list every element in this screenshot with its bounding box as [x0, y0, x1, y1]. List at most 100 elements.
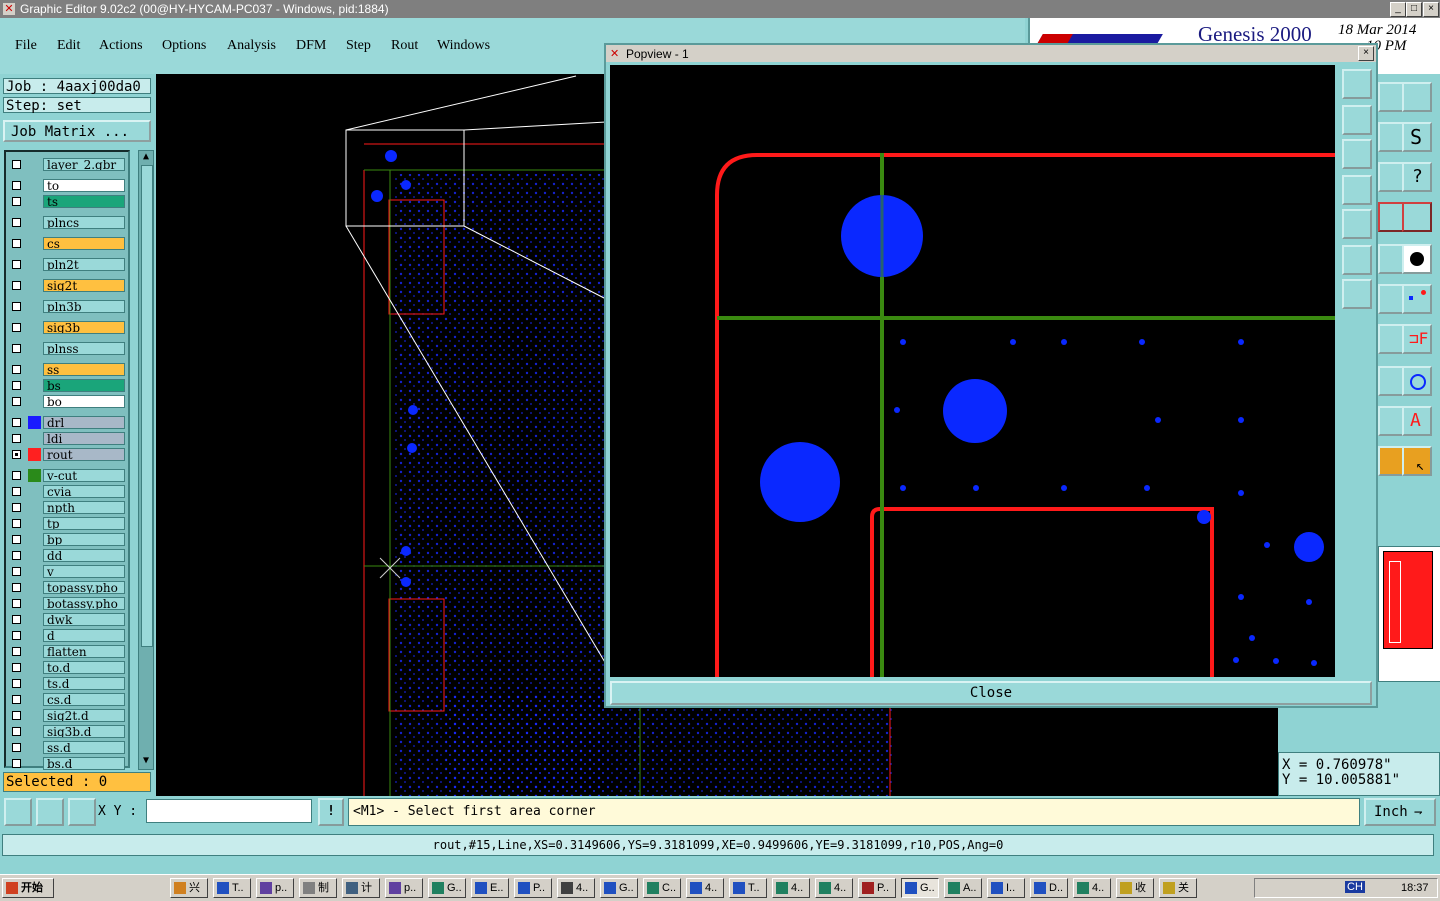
menu-edit[interactable]: Edit — [57, 38, 80, 54]
popview-fit-icon[interactable] — [1342, 245, 1372, 275]
layer-name[interactable]: cs.d — [43, 693, 125, 706]
taskbar-item[interactable]: T.. — [729, 878, 767, 898]
taskbar-item[interactable]: G.. — [428, 878, 466, 898]
taskbar-item[interactable]: A.. — [944, 878, 982, 898]
xy-input[interactable] — [146, 799, 312, 823]
layer-row[interactable]: d — [8, 629, 126, 644]
layer-checkbox[interactable] — [12, 397, 21, 406]
taskbar-item[interactable]: p.. — [256, 878, 294, 898]
menu-options[interactable]: Options — [162, 38, 206, 54]
unit-selector[interactable]: Inch ⇁ — [1364, 798, 1436, 826]
layer-checkbox[interactable] — [12, 615, 21, 624]
popview-canvas[interactable] — [610, 65, 1335, 677]
layer-name[interactable]: tp — [43, 517, 125, 530]
taskbar-item[interactable]: G.. — [600, 878, 638, 898]
layer-row[interactable]: ss.d — [8, 741, 126, 756]
layer-name[interactable]: sig3b.d — [43, 725, 125, 738]
popview-home-icon[interactable] — [1342, 279, 1372, 309]
layer-checkbox[interactable] — [12, 583, 21, 592]
layer-row[interactable]: flatten — [8, 645, 126, 660]
layer-row[interactable]: bs.d — [8, 757, 126, 772]
layer-row[interactable]: dd — [8, 549, 126, 564]
layer-row[interactable]: rout — [8, 448, 126, 463]
layer-color-swatch[interactable] — [28, 469, 41, 482]
layer-name[interactable]: pln2t — [43, 258, 125, 271]
taskbar-item[interactable]: 收 — [1116, 878, 1154, 898]
layer-checkbox[interactable] — [12, 260, 21, 269]
layer-checkbox[interactable] — [12, 160, 21, 169]
layer-checkbox[interactable] — [12, 695, 21, 704]
layer-row[interactable]: sig3b — [8, 321, 126, 336]
layer-list-scrollbar[interactable]: ▲ ▼ — [138, 150, 154, 770]
menu-actions[interactable]: Actions — [99, 38, 143, 54]
layer-row[interactable]: cs.d — [8, 693, 126, 708]
taskbar-item[interactable]: G.. — [901, 878, 939, 898]
layer-name[interactable]: v — [43, 565, 125, 578]
layer-checkbox[interactable] — [12, 434, 21, 443]
taskbar-item[interactable]: I.. — [987, 878, 1025, 898]
layer-checkbox[interactable] — [12, 759, 21, 768]
layer-name[interactable]: flatten — [43, 645, 125, 658]
layer-row[interactable]: npth — [8, 501, 126, 516]
close-window-button[interactable]: × — [1423, 2, 1439, 17]
layer-checkbox[interactable] — [12, 679, 21, 688]
layer-row[interactable]: cs — [8, 237, 126, 252]
layer-color-swatch[interactable] — [28, 416, 41, 429]
layer-row[interactable]: ldi — [8, 432, 126, 447]
layer-name[interactable]: botassy.pho — [43, 597, 125, 610]
minimize-button[interactable]: _ — [1390, 2, 1406, 17]
layer-row[interactable]: v-cut — [8, 469, 126, 484]
layer-row[interactable]: bo — [8, 395, 126, 410]
taskbar-item[interactable]: P.. — [514, 878, 552, 898]
layer-checkbox[interactable] — [12, 181, 21, 190]
layer-name[interactable]: ss — [43, 363, 125, 376]
layer-checkbox[interactable] — [12, 519, 21, 528]
layer-name[interactable]: sig3b — [43, 321, 125, 334]
layer-checkbox[interactable] — [12, 471, 21, 480]
layer-name[interactable]: dd — [43, 549, 125, 562]
layer-row[interactable]: ts.d — [8, 677, 126, 692]
popview-window-icon[interactable] — [1342, 69, 1372, 99]
popview-zoom-in-icon[interactable] — [1342, 105, 1372, 135]
window-layout-icon[interactable] — [1402, 82, 1432, 112]
taskbar-item[interactable]: D.. — [1030, 878, 1068, 898]
help-icon[interactable]: ? — [1402, 162, 1432, 192]
grid-icon[interactable] — [68, 798, 96, 826]
layer-name[interactable]: rout — [43, 448, 125, 461]
taskbar-item[interactable]: 4.. — [815, 878, 853, 898]
layer-name[interactable]: to.d — [43, 661, 125, 674]
popview-pan-right-icon[interactable] — [1342, 209, 1372, 239]
layer-name[interactable]: bp — [43, 533, 125, 546]
layer-name[interactable]: drl — [43, 416, 125, 429]
scroll-thumb[interactable] — [141, 165, 153, 647]
layer-checkbox[interactable] — [12, 663, 21, 672]
feature-icon[interactable]: ⊐F — [1402, 324, 1432, 354]
layer-name[interactable]: ldi — [43, 432, 125, 445]
layer-checkbox[interactable] — [12, 551, 21, 560]
popview-zoom-out-icon[interactable] — [1342, 139, 1372, 169]
layer-name[interactable]: cvia — [43, 485, 125, 498]
scroll-down-arrow-icon[interactable]: ▼ — [139, 755, 153, 767]
menu-analysis[interactable]: Analysis — [227, 38, 276, 54]
layer-checkbox[interactable] — [12, 381, 21, 390]
layer-checkbox[interactable] — [12, 711, 21, 720]
text-icon[interactable]: A — [1402, 406, 1432, 436]
layer-row[interactable]: ts — [8, 195, 126, 210]
layer-row[interactable]: cvia — [8, 485, 126, 500]
layer-row[interactable]: tp — [8, 517, 126, 532]
layer-name[interactable]: bs — [43, 379, 125, 392]
layer-name[interactable]: plnss — [43, 342, 125, 355]
layer-name[interactable]: topassy.pho — [43, 581, 125, 594]
layer-checkbox[interactable] — [12, 218, 21, 227]
popview-close-button[interactable]: Close — [610, 681, 1372, 705]
layer-name[interactable]: ss.d — [43, 741, 125, 754]
taskbar-item[interactable]: 4.. — [1073, 878, 1111, 898]
layer-checkbox[interactable] — [12, 418, 21, 427]
maximize-button[interactable]: □ — [1406, 2, 1422, 17]
layer-name[interactable]: sig2t — [43, 279, 125, 292]
popview-close-x-button[interactable]: × — [1358, 46, 1374, 61]
taskbar-item[interactable]: 计 — [342, 878, 380, 898]
measure-icon[interactable] — [1402, 284, 1432, 314]
layer-row[interactable]: pln3b — [8, 300, 126, 315]
taskbar-item[interactable]: 制 — [299, 878, 337, 898]
